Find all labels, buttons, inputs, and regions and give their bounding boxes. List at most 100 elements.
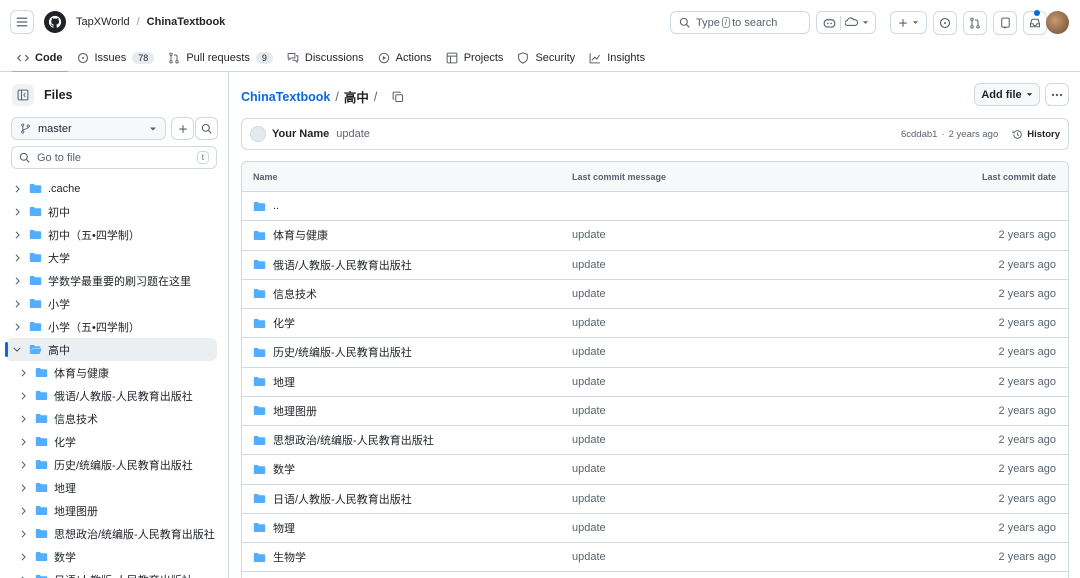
row-commit-message[interactable]: update (572, 376, 902, 388)
row-commit-message[interactable]: update (572, 463, 902, 475)
tree-item[interactable]: 历史/统编版-人民教育出版社 (0, 453, 228, 476)
tree-expand-toggle[interactable] (18, 483, 28, 492)
table-row[interactable]: 生物学 update 2 years ago (242, 543, 1068, 573)
breadcrumb-owner[interactable]: TapXWorld (76, 16, 130, 28)
table-row[interactable]: 思想政治/统编版-人民教育出版社 update 2 years ago (242, 426, 1068, 456)
github-logo-icon[interactable] (44, 11, 66, 33)
tree-item[interactable]: 小学（五•四学制） (0, 315, 228, 338)
commit-author[interactable]: Your Name (272, 128, 329, 140)
tree-expand-toggle[interactable] (12, 230, 22, 239)
tree-item[interactable]: 小学 (0, 292, 228, 315)
row-commit-message[interactable]: update (572, 259, 902, 271)
tree-item[interactable]: 初中（五•四学制） (0, 223, 228, 246)
tree-expand-toggle[interactable] (12, 207, 22, 216)
row-commit-message[interactable]: update (572, 551, 902, 563)
search-code-button[interactable] (195, 117, 218, 140)
folder-link[interactable]: 化学 (273, 315, 295, 331)
tree-expand-toggle[interactable] (18, 460, 28, 469)
tree-item[interactable]: 日语/人教版-人民教育出版社 (0, 568, 228, 578)
folder-link[interactable]: 信息技术 (273, 286, 317, 302)
tree-item[interactable]: 信息技术 (0, 407, 228, 430)
folder-link[interactable]: 历史/统编版-人民教育出版社 (273, 344, 412, 360)
tree-item[interactable]: 初中 (0, 200, 228, 223)
tree-expand-toggle[interactable] (18, 414, 28, 423)
row-commit-message[interactable]: update (572, 288, 902, 300)
branch-selector[interactable]: master (11, 117, 166, 140)
tab-insights[interactable]: Insights (582, 44, 652, 72)
tree-expand-toggle[interactable] (12, 276, 22, 285)
folder-link[interactable]: 物理 (273, 520, 295, 536)
row-commit-message[interactable]: update (572, 434, 902, 446)
tree-item[interactable]: 化学 (0, 430, 228, 453)
tab-projects[interactable]: Projects (439, 44, 511, 72)
tree-item[interactable]: .cache (0, 177, 228, 200)
folder-link[interactable]: 数学 (273, 461, 295, 477)
folder-link[interactable]: 地理图册 (273, 403, 317, 419)
tree-expand-toggle[interactable] (18, 391, 28, 400)
commit-message[interactable]: update (336, 128, 370, 140)
tree-item[interactable]: 俄语/人教版-人民教育出版社 (0, 384, 228, 407)
folder-link[interactable]: 思想政治/统编版-人民教育出版社 (273, 432, 434, 448)
breadcrumb-repo[interactable]: ChinaTextbook (147, 16, 226, 28)
tab-security[interactable]: Security (510, 44, 582, 72)
tab-discussions[interactable]: Discussions (280, 44, 371, 72)
table-row[interactable]: 地理图册 update 2 years ago (242, 397, 1068, 426)
issues-button[interactable] (933, 11, 957, 35)
row-commit-message[interactable]: update (572, 522, 902, 534)
tree-item[interactable]: 高中 (5, 338, 217, 361)
tree-item[interactable]: 数学 (0, 545, 228, 568)
copy-path-button[interactable] (392, 91, 404, 103)
tree-item[interactable]: 大学 (0, 246, 228, 269)
table-row[interactable]: 化学 update 2 years ago (242, 309, 1068, 339)
breadcrumb-repo-link[interactable]: ChinaTextbook (241, 90, 330, 104)
repositories-button[interactable] (993, 11, 1017, 35)
parent-directory-link[interactable]: .. (273, 200, 279, 212)
table-row[interactable]: 地理 update 2 years ago (242, 368, 1068, 397)
row-commit-message[interactable]: update (572, 493, 902, 505)
collapse-sidebar-button[interactable] (12, 84, 34, 106)
table-row[interactable]: 俄语/人教版-人民教育出版社 update 2 years ago (242, 251, 1068, 280)
tree-expand-toggle[interactable] (12, 184, 22, 193)
copilot-button[interactable] (816, 11, 876, 34)
history-button[interactable]: History (1012, 129, 1060, 140)
tree-item[interactable]: 地理图册 (0, 499, 228, 522)
table-row[interactable]: 历史/统编版-人民教育出版社 update 2 years ago (242, 338, 1068, 368)
table-row[interactable]: 日语/人教版-人民教育出版社 update 2 years ago (242, 485, 1068, 514)
create-new-button[interactable] (890, 11, 927, 34)
folder-link[interactable]: 地理 (273, 374, 295, 390)
global-search-input[interactable]: Type / to search (670, 11, 810, 34)
table-row[interactable]: 数学 update 2 years ago (242, 455, 1068, 485)
tree-item[interactable]: 思想政治/统编版-人民教育出版社 (0, 522, 228, 545)
tree-expand-toggle[interactable] (18, 368, 28, 377)
table-row[interactable]: 体育与健康 update 2 years ago (242, 221, 1068, 251)
tab-actions[interactable]: Actions (371, 44, 439, 72)
table-row[interactable]: 信息技术 update 2 years ago (242, 280, 1068, 309)
menu-button[interactable] (10, 10, 34, 34)
go-to-file-input[interactable]: Go to file t (11, 146, 217, 169)
add-file-sidebar-button[interactable] (171, 117, 194, 140)
folder-link[interactable]: 日语/人教版-人民教育出版社 (273, 491, 412, 507)
tree-expand-toggle[interactable] (18, 552, 28, 561)
pull-requests-button[interactable] (963, 11, 987, 35)
tree-item[interactable]: 体育与健康 (0, 361, 228, 384)
tree-expand-toggle[interactable] (12, 322, 22, 331)
folder-link[interactable]: 生物学 (273, 549, 306, 565)
tab-pull-requests[interactable]: Pull requests 9 (161, 44, 280, 72)
tree-expand-toggle[interactable] (12, 253, 22, 262)
table-row[interactable]: 物理 update 2 years ago (242, 514, 1068, 543)
tab-issues[interactable]: Issues 78 (70, 44, 162, 72)
row-commit-message[interactable]: update (572, 405, 902, 417)
tree-expand-toggle[interactable] (18, 437, 28, 446)
parent-directory-row[interactable]: .. (242, 192, 1068, 222)
tree-item[interactable]: 学数学最重要的刷习题在这里 (0, 269, 228, 292)
user-avatar[interactable] (1046, 11, 1069, 34)
row-commit-message[interactable]: update (572, 229, 902, 241)
row-commit-message[interactable]: update (572, 346, 902, 358)
folder-link[interactable]: 体育与健康 (273, 227, 328, 243)
add-file-button[interactable]: Add file (974, 83, 1040, 106)
more-options-button[interactable] (1045, 83, 1069, 106)
tree-collapse-toggle[interactable] (12, 346, 22, 353)
tree-expand-toggle[interactable] (18, 529, 28, 538)
row-commit-message[interactable]: update (572, 317, 902, 329)
commit-hash[interactable]: 6cddab1 (901, 129, 937, 140)
